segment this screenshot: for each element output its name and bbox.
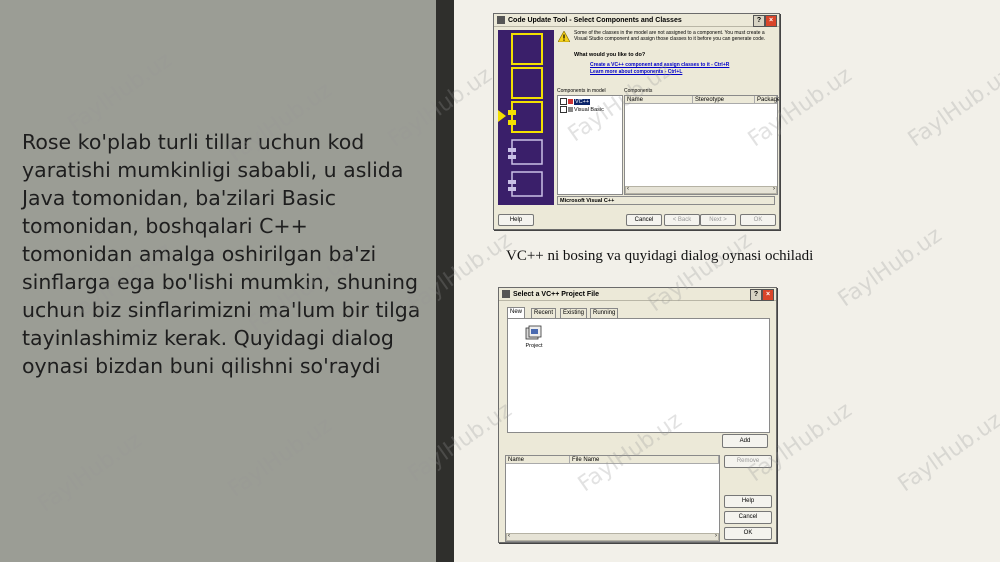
help-title-button[interactable]: ? <box>750 289 762 301</box>
dialog2-titlebar: Select a VC++ Project File ? × <box>499 288 776 301</box>
slide-paragraph: Rose ko'plab turli tillar uchun kod yara… <box>22 130 421 378</box>
component-icon <box>568 99 573 104</box>
select-project-dialog: Select a VC++ Project File ? × New Recen… <box>498 287 777 543</box>
components-label: Components <box>624 88 653 94</box>
col-name-header[interactable]: Name <box>506 456 570 464</box>
ok-button[interactable]: OK <box>740 214 776 226</box>
scroll-right-icon[interactable]: › <box>773 186 775 192</box>
help-button[interactable]: Help <box>724 495 772 508</box>
component-diagram-image <box>498 30 554 205</box>
horizontal-scrollbar[interactable]: ‹ › <box>506 533 719 541</box>
tab-recent[interactable]: Recent <box>531 308 557 318</box>
code-update-dialog: Code Update Tool - Select Components and… <box>493 13 780 230</box>
tab-existing[interactable]: Existing <box>560 308 588 318</box>
learn-more-link[interactable]: Learn more about components - Ctrl+L <box>590 69 682 75</box>
col-package-header[interactable]: Package <box>755 96 779 104</box>
create-component-link[interactable]: Create a VC++ component and assign class… <box>590 62 729 68</box>
ok-button[interactable]: OK <box>724 527 772 540</box>
project-icon <box>525 325 542 340</box>
warning-icon <box>558 31 570 42</box>
component-icon <box>568 107 573 112</box>
app-icon <box>502 290 510 298</box>
dialog1-titlebar: Code Update Tool - Select Components and… <box>494 14 779 27</box>
tree-item-vcpp[interactable]: VC++ <box>560 98 591 105</box>
next-button[interactable]: Next > <box>700 214 736 226</box>
status-text: Microsoft Visual C++ <box>560 198 615 204</box>
dialog1-title: Code Update Tool - Select Components and… <box>508 16 682 24</box>
scroll-left-icon[interactable]: ‹ <box>627 186 629 192</box>
panel-divider <box>436 0 454 562</box>
checkbox-icon[interactable] <box>560 106 567 113</box>
scroll-right-icon[interactable]: › <box>715 533 717 539</box>
close-button[interactable]: × <box>762 289 774 301</box>
remove-button[interactable]: Remove <box>724 455 772 468</box>
col-name-header[interactable]: Name <box>625 96 693 104</box>
dialog1-message: Some of the classes in the model are not… <box>574 30 766 42</box>
model-tree[interactable]: VC++ Visual Basic <box>557 95 623 195</box>
horizontal-scrollbar[interactable]: ‹ › <box>625 186 777 194</box>
tree-item-visual-basic[interactable]: Visual Basic <box>560 106 604 113</box>
help-button[interactable]: Help <box>498 214 534 226</box>
back-button[interactable]: < Back <box>664 214 700 226</box>
project-list[interactable]: Name File Name ‹ › <box>505 455 720 542</box>
app-icon <box>497 16 505 24</box>
dialog1-question: What would you like to do? <box>574 52 646 58</box>
components-in-model-label: Components in model <box>557 88 606 94</box>
checkbox-icon[interactable] <box>560 98 567 105</box>
cancel-button[interactable]: Cancel <box>724 511 772 524</box>
tree-item-label: VC++ <box>574 98 591 105</box>
tree-item-label: Visual Basic <box>574 106 604 113</box>
scroll-left-icon[interactable]: ‹ <box>508 533 510 539</box>
help-title-button[interactable]: ? <box>753 15 765 27</box>
add-button[interactable]: Add <box>722 434 768 448</box>
dialog2-title: Select a VC++ Project File <box>513 290 599 298</box>
new-project-pane[interactable]: Project <box>507 318 770 433</box>
col-stereotype-header[interactable]: Stereotype <box>693 96 755 104</box>
project-label: Project <box>525 343 543 349</box>
project-item[interactable]: Project <box>522 325 546 349</box>
tab-running[interactable]: Running <box>590 308 619 318</box>
col-filename-header[interactable]: File Name <box>570 456 719 464</box>
close-button[interactable]: × <box>765 15 777 27</box>
cancel-button[interactable]: Cancel <box>626 214 662 226</box>
left-panel: Rose ko'plab turli tillar uchun kod yara… <box>0 0 436 562</box>
tab-new[interactable]: New <box>507 307 526 318</box>
status-field: Microsoft Visual C++ <box>557 196 775 205</box>
components-list[interactable]: Name Stereotype Package ‹ › <box>624 95 779 195</box>
slide-caption: VC++ ni bosing va quyidagi dialog oynasi… <box>506 248 814 264</box>
